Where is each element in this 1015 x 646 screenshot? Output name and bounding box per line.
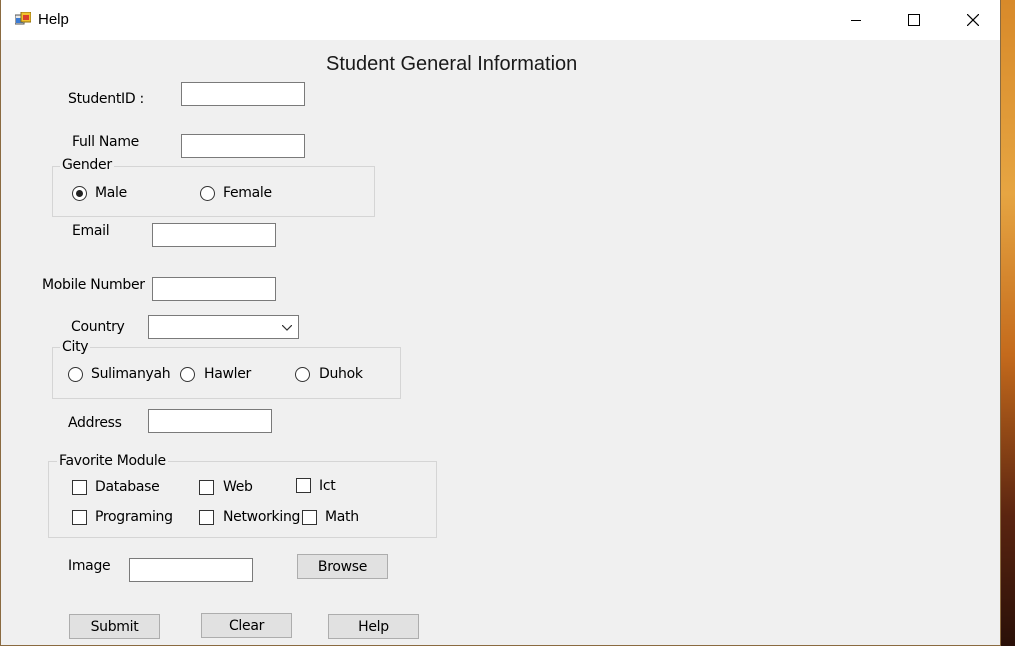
- minimize-icon: [851, 20, 861, 21]
- maximize-icon: [908, 14, 920, 26]
- mobile-number-input[interactable]: [152, 277, 276, 301]
- app-form-icon: [14, 11, 32, 28]
- country-label: Country: [71, 319, 125, 335]
- close-icon: [967, 14, 979, 26]
- networking-label[interactable]: Networking: [223, 509, 300, 525]
- country-dropdown[interactable]: [148, 315, 299, 339]
- address-label: Address: [68, 415, 122, 431]
- web-label[interactable]: Web: [223, 479, 253, 495]
- image-label: Image: [68, 558, 111, 574]
- student-id-input[interactable]: [181, 82, 305, 106]
- city-legend: City: [60, 339, 91, 355]
- help-button[interactable]: Help: [328, 614, 419, 639]
- web-checkbox[interactable]: [199, 480, 214, 495]
- city-duhok-label[interactable]: Duhok: [319, 366, 363, 382]
- window-title: Help: [38, 11, 69, 28]
- full-name-label: Full Name: [72, 134, 139, 150]
- city-duhok-radio[interactable]: [295, 367, 310, 382]
- gender-female-radio[interactable]: [200, 186, 215, 201]
- submit-button[interactable]: Submit: [69, 614, 160, 639]
- database-label[interactable]: Database: [95, 479, 160, 495]
- city-hawler-radio[interactable]: [180, 367, 195, 382]
- city-sulimanyah-label[interactable]: Sulimanyah: [91, 366, 171, 382]
- favorite-module-legend: Favorite Module: [57, 453, 168, 469]
- selected-dot: [76, 190, 83, 197]
- city-sulimanyah-radio[interactable]: [68, 367, 83, 382]
- close-button[interactable]: [944, 0, 1002, 40]
- favorite-module-group: [48, 461, 437, 538]
- ict-checkbox[interactable]: [296, 478, 311, 493]
- address-input[interactable]: [148, 409, 272, 433]
- minimize-button[interactable]: [827, 0, 885, 40]
- form-title: Student General Information: [326, 53, 578, 75]
- email-label: Email: [72, 223, 110, 239]
- database-checkbox[interactable]: [72, 480, 87, 495]
- title-bar: Help: [1, 0, 1000, 40]
- city-hawler-label[interactable]: Hawler: [204, 366, 251, 382]
- clear-button[interactable]: Clear: [201, 613, 292, 638]
- ict-label[interactable]: Ict: [319, 478, 336, 494]
- email-input[interactable]: [152, 223, 276, 247]
- help-window: Help Student General Information Student…: [0, 0, 1001, 646]
- gender-legend: Gender: [60, 157, 114, 173]
- full-name-input[interactable]: [181, 134, 305, 158]
- programing-checkbox[interactable]: [72, 510, 87, 525]
- maximize-button[interactable]: [885, 0, 943, 40]
- image-path-input[interactable]: [129, 558, 253, 582]
- gender-male-label[interactable]: Male: [95, 185, 127, 201]
- math-checkbox[interactable]: [302, 510, 317, 525]
- math-label[interactable]: Math: [325, 509, 359, 525]
- student-id-label: StudentID :: [68, 91, 144, 107]
- browse-button[interactable]: Browse: [297, 554, 388, 579]
- gender-female-label[interactable]: Female: [223, 185, 272, 201]
- mobile-number-label: Mobile Number: [42, 277, 145, 293]
- programing-label[interactable]: Programing: [95, 509, 173, 525]
- networking-checkbox[interactable]: [199, 510, 214, 525]
- chevron-down-icon: [282, 325, 292, 331]
- gender-male-radio[interactable]: [72, 186, 87, 201]
